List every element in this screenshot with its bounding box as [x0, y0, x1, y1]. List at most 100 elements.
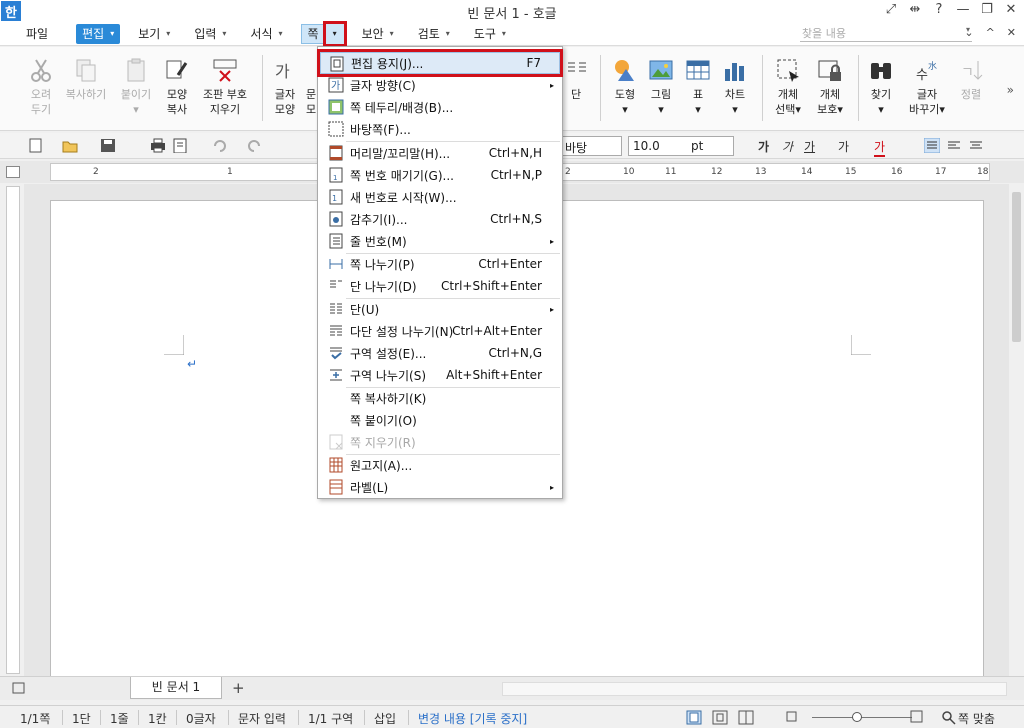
menu-item-manuscript[interactable]: 원고지(A)... — [320, 454, 560, 476]
view-fit-icon[interactable] — [712, 710, 728, 725]
zoom-out-icon[interactable] — [786, 711, 798, 723]
menu-item-page-break[interactable]: 쪽 나누기(P) Ctrl+Enter — [320, 253, 560, 275]
align-left-icon[interactable] — [946, 138, 962, 153]
status-mode[interactable]: 문자 입력 — [238, 710, 286, 727]
menu-item-delete-page[interactable]: 쪽 지우기(R) — [320, 431, 560, 453]
scrollbar-thumb[interactable] — [1012, 192, 1021, 342]
view-page-icon[interactable] — [686, 710, 702, 725]
menu-item-section-break[interactable]: 구역 나누기(S) Alt+Shift+Enter — [320, 364, 560, 386]
menu-item-hide[interactable]: 감추기(I)... Ctrl+N,S — [320, 208, 560, 230]
char-shape-button[interactable]: 가 글자 모양 — [270, 57, 300, 117]
menu-item-label: 줄 번호(M) — [350, 234, 407, 249]
menu-item-section-setting[interactable]: 구역 설정(E)... Ctrl+N,G — [320, 342, 560, 364]
menu-item-multi-column[interactable]: 다단 설정 나누기(N) Ctrl+Alt+Enter — [320, 320, 560, 342]
select-object-label: 개체 — [777, 88, 799, 101]
strikethrough-button[interactable]: 가 — [838, 138, 849, 155]
chart-button[interactable]: 차트 ▾ — [720, 57, 750, 117]
view-two-pages-icon[interactable] — [738, 710, 754, 725]
menu-review[interactable]: 검토 ▾ — [412, 24, 456, 44]
add-tab-button[interactable]: + — [232, 679, 245, 697]
para-shape-button[interactable]: 문모 — [304, 57, 318, 117]
close-doc-icon[interactable]: ✕ — [1007, 26, 1016, 39]
picture-button[interactable]: 그림 ▾ — [646, 57, 676, 117]
status-track-changes[interactable]: 변경 내용 [기록 중지] — [418, 710, 527, 727]
menu-page-dropdown-button[interactable]: ▾ — [322, 20, 347, 47]
menu-item-page-setup[interactable]: 편집 용지(J)... F7 — [317, 49, 563, 77]
menu-tools[interactable]: 도구 ▾ — [468, 24, 512, 44]
help-icon[interactable]: ? — [932, 2, 946, 17]
menu-insert[interactable]: 입력 ▾ — [188, 24, 232, 44]
doc-tab[interactable]: 빈 문서 1 — [130, 677, 222, 699]
ruler-number: 13 — [755, 167, 767, 177]
redo-icon[interactable] — [246, 138, 262, 153]
vertical-ruler[interactable] — [6, 186, 20, 674]
copy-button[interactable]: 복사하기 — [62, 57, 110, 102]
menu-item-label[interactable]: 라벨(L) ▸ — [320, 476, 560, 498]
italic-button[interactable]: 가 — [782, 138, 793, 155]
menu-item-text-direction[interactable]: 가 글자 방향(C) ▸ — [320, 74, 560, 96]
zoom-slider[interactable] — [812, 717, 912, 718]
sort-button[interactable]: ㄱ 정렬 — [956, 57, 986, 102]
menu-security[interactable]: 보안 ▾ — [356, 24, 400, 44]
menu-format[interactable]: 서식 ▾ — [244, 24, 288, 44]
font-size-input[interactable]: 10.0 pt — [628, 136, 734, 156]
restore-button[interactable]: ❐ — [980, 2, 994, 17]
underline-button[interactable]: 가 — [804, 138, 815, 155]
table-button[interactable]: 표 ▾ — [684, 57, 712, 117]
protect-object-button[interactable]: 개체 보호▾ — [812, 57, 848, 117]
menu-item-columns[interactable]: 단(U) ▸ — [320, 298, 560, 320]
format-painter-button[interactable]: 모양 복사 — [162, 57, 192, 117]
menu-item-page-border[interactable]: 쪽 테두리/배경(B)... — [320, 96, 560, 118]
menu-edit[interactable]: 편집 ▾ — [76, 23, 121, 44]
align-center-icon[interactable] — [968, 138, 984, 153]
undo-icon[interactable] — [212, 138, 228, 153]
zoom-in-icon[interactable] — [910, 710, 924, 724]
shape-button[interactable]: 도형 ▾ — [610, 57, 640, 117]
menu-item-line-number[interactable]: 줄 번호(M) ▸ — [320, 230, 560, 252]
columns-button[interactable]: 단 — [564, 57, 588, 102]
replace-char-button[interactable]: 수水 글자 바꾸기▾ — [904, 57, 950, 117]
select-object-button[interactable]: 개체 선택▾ — [770, 57, 806, 117]
menu-item-column-break[interactable]: 단 나누기(D) Ctrl+Shift+Enter — [320, 275, 560, 297]
ribbon-more-icon[interactable]: » — [1007, 83, 1014, 97]
ruler-number: 2 — [565, 167, 571, 177]
menu-page[interactable]: 쪽 — [300, 23, 326, 44]
bold-button[interactable]: 가 — [758, 138, 769, 155]
find-button[interactable]: 찾기 ▾ — [866, 57, 896, 117]
collapse-ribbon-icon[interactable]: ⌄ — [964, 26, 973, 39]
status-insert[interactable]: 삽입 — [374, 710, 396, 727]
tab-type-icon[interactable] — [6, 166, 20, 178]
zoom-fit-button[interactable]: 쪽 맞춤 — [958, 710, 995, 727]
doc-list-icon[interactable] — [12, 682, 26, 695]
menu-item-page-number[interactable]: 1 쪽 번호 매기기(G)... Ctrl+N,P — [320, 164, 560, 186]
menu-item-master-page[interactable]: 바탕쪽(F)... — [320, 118, 560, 140]
menu-item-paste-page[interactable]: 쪽 붙이기(O) — [320, 409, 560, 431]
print-preview-icon[interactable] — [172, 138, 188, 153]
menu-view[interactable]: 보기 ▾ — [132, 24, 176, 44]
menu-item-header-footer[interactable]: 머리말/꼬리말(H)... Ctrl+N,H — [320, 142, 560, 164]
vertical-scrollbar[interactable] — [1010, 184, 1024, 676]
search-input[interactable]: 찾을 내용 ▾ — [800, 25, 972, 42]
menu-item-copy-page[interactable]: 쪽 복사하기(K) — [320, 387, 560, 409]
menu-item-label: 머리말/꼬리말(H)... — [350, 146, 451, 161]
fullscreen-icon[interactable]: ⤢ — [884, 2, 898, 17]
close-button[interactable]: ✕ — [1004, 2, 1018, 17]
resize-icon[interactable]: ⇹ — [908, 2, 922, 17]
print-icon[interactable] — [150, 138, 166, 153]
menu-item-new-number[interactable]: 1 새 번호로 시작(W)... — [320, 186, 560, 208]
align-justify-icon[interactable] — [924, 138, 940, 153]
horizontal-scrollbar[interactable] — [502, 682, 1007, 696]
menu-file[interactable]: 파일 — [26, 25, 48, 42]
svg-text:1: 1 — [332, 194, 337, 203]
paste-button[interactable]: 붙이기 ▾ — [118, 57, 154, 117]
minimize-button[interactable]: — — [956, 2, 970, 17]
expand-icon[interactable]: ^ — [986, 26, 995, 39]
save-icon[interactable] — [100, 138, 116, 153]
font-select[interactable]: 바탕 — [560, 136, 622, 156]
font-color-button[interactable]: 가 — [874, 138, 886, 157]
cut-button[interactable]: 오려 두기 — [26, 57, 56, 117]
new-document-icon[interactable] — [28, 138, 44, 153]
clear-codes-button[interactable]: 조판 부호 지우기 — [198, 57, 252, 117]
open-folder-icon[interactable] — [62, 138, 78, 153]
zoom-slider-knob[interactable] — [852, 712, 862, 722]
